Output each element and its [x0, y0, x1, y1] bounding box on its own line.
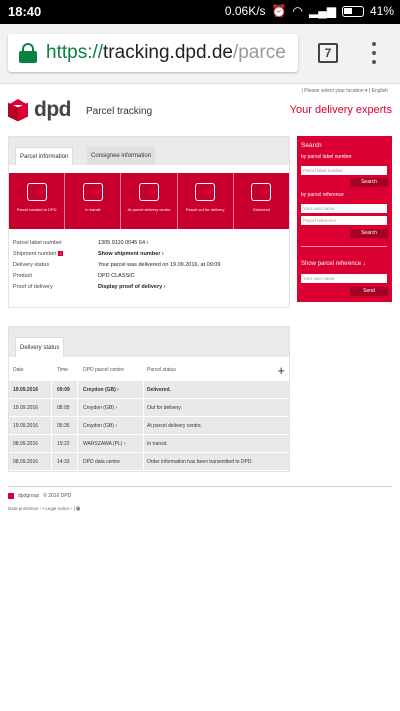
depot-icon: [139, 183, 159, 201]
copyright: © 2016 DPD: [43, 493, 72, 499]
address-bar[interactable]: https://tracking.dpd.de/parce: [8, 34, 298, 72]
send-button[interactable]: Send: [350, 287, 388, 296]
logo-text: dpd: [34, 98, 71, 121]
status-table-body: 19.09.2016 09:09 Croydon (GB) › Delivere…: [9, 381, 289, 471]
footer-divider: [8, 486, 392, 487]
field-row: Product DPD CLASSIC: [13, 272, 135, 279]
truck-icon: [82, 183, 103, 201]
lock-icon: [18, 43, 38, 63]
footer-links: Data protection › • Legal notice › | 🖶: [8, 505, 392, 513]
url-scheme: https://: [46, 42, 104, 63]
browser-toolbar: https://tracking.dpd.de/parce 7: [0, 24, 400, 84]
tab-switcher-button[interactable]: 7: [318, 43, 338, 63]
url-path: /parce: [232, 42, 286, 63]
step-handed-to-dpd: Parcel handed to DPD: [9, 173, 66, 229]
parcel-fields: Parcel label number 1305 9110 0045 64 i S…: [13, 237, 283, 292]
field-row: Delivery status Your parcel was delivered…: [13, 261, 221, 268]
status-table-header: Date Time DPD parcel centre Parcel statu…: [9, 361, 289, 379]
status-icons: 0.06K/s ⏰ ◠ ▂▄▆ 41%: [225, 4, 394, 18]
checkmark-icon: [251, 183, 272, 201]
parcel-label-input[interactable]: Parcel label number: [301, 166, 387, 175]
show-reference-toggle[interactable]: Show parcel reference ↓: [301, 261, 366, 267]
url-text[interactable]: https://tracking.dpd.de/parce: [46, 42, 286, 64]
page-footer: dpdgroup © 2016 DPD Data protection › • …: [8, 486, 392, 513]
tagline: Your delivery experts: [289, 104, 392, 116]
col-status: Parcel status: [147, 367, 176, 373]
centre-link[interactable]: Croydon (GB) ›: [83, 423, 117, 429]
legal-links[interactable]: Data protection › • Legal notice › |: [8, 506, 75, 511]
by-label-heading: by parcel label number: [301, 154, 352, 160]
table-row: 08.09.2016 19:22 WARSZAWA (PL) › In tran…: [9, 435, 289, 453]
parcel-hand-icon: [26, 183, 47, 201]
step-at-depot: At parcel delivery centre: [121, 173, 178, 229]
info-badge-icon[interactable]: i: [58, 250, 64, 256]
expand-plus-icon[interactable]: +: [277, 363, 285, 378]
battery-icon: [341, 5, 364, 17]
table-row: 19.09.2016 08:05 Croydon (GB) › Out for …: [9, 399, 289, 417]
info-tab-bar: Parcel information Consignee information: [9, 137, 289, 165]
wifi-icon: ◠: [292, 4, 303, 18]
dpdgroup-text[interactable]: dpdgroup: [18, 493, 39, 499]
step-out-for-delivery: Parcel out for delivery: [178, 173, 234, 229]
show-shipment-link[interactable]: Show shipment number ›: [98, 251, 164, 257]
courier-icon: [195, 183, 216, 201]
by-reference-heading: by parcel reference: [301, 192, 344, 198]
clock: 18:40: [8, 4, 42, 19]
search-reference-button[interactable]: Search: [350, 229, 388, 238]
url-host: tracking.dpd.de: [103, 42, 233, 63]
col-time: Time: [57, 367, 68, 373]
table-row: 08.09.2016 14:33 DPD data centre Order i…: [9, 453, 289, 471]
tab-delivery-status[interactable]: Delivery status: [15, 337, 65, 357]
parcel-info-panel: Parcel information Consignee information…: [8, 136, 290, 308]
sidebar-divider: [301, 246, 387, 247]
tracking-progress: Parcel handed to DPD In transit At parce…: [9, 173, 289, 229]
dpd-logo[interactable]: dpd: [8, 98, 71, 122]
parcel-reference-input[interactable]: Parcel reference: [301, 216, 387, 225]
system-status-bar: 18:40 0.06K/s ⏰ ◠ ▂▄▆ 41%: [0, 0, 400, 24]
col-date: Date: [13, 367, 24, 373]
footer-brand: dpdgroup © 2016 DPD: [8, 493, 392, 499]
network-speed: 0.06K/s: [224, 4, 266, 18]
proof-of-delivery-link[interactable]: Display proof of delivery ›: [98, 284, 166, 290]
field-row: Shipment number i Show shipment number ›: [13, 250, 164, 257]
page-title: Parcel tracking: [86, 106, 153, 117]
centre-link[interactable]: WARSZAWA (PL) ›: [83, 441, 126, 447]
step-in-transit: In transit: [65, 173, 122, 229]
search-label-button[interactable]: Search: [350, 178, 388, 187]
web-page: | Please select your location ▾ | Englis…: [0, 84, 400, 711]
col-centre: DPD parcel centre: [83, 367, 124, 373]
centre-link[interactable]: Croydon (GB) ›: [83, 405, 117, 411]
alarm-icon: ⏰: [271, 4, 287, 18]
reference-username-input[interactable]: Your user name: [301, 204, 387, 213]
print-icon[interactable]: 🖶: [76, 506, 80, 511]
location-language-links[interactable]: | Please select your location ▾ | Englis…: [301, 88, 388, 94]
battery-level: 41%: [369, 4, 394, 18]
field-row: Proof of delivery Display proof of delive…: [13, 283, 166, 290]
centre-link[interactable]: Croydon (GB) ›: [83, 387, 119, 393]
status-tab-bar: Delivery status: [9, 327, 289, 357]
dpd-cube-icon: [8, 99, 28, 122]
send-username-input[interactable]: Your user name: [301, 274, 387, 283]
table-row: 19.09.2016 05:35 Croydon (GB) › At parce…: [9, 417, 289, 435]
search-sidebar: Search by parcel label number Parcel lab…: [297, 136, 392, 302]
delivery-status-panel: Delivery status Date Time DPD parcel cen…: [8, 326, 290, 472]
dpdgroup-logo-icon: [8, 493, 14, 499]
tab-parcel-information[interactable]: Parcel information: [15, 147, 74, 165]
signal-icon: ▂▄▆: [309, 4, 336, 18]
search-heading: Search: [301, 142, 322, 149]
field-row: Parcel label number 1305 9110 0045 64 i: [13, 239, 148, 246]
tab-consignee-information[interactable]: Consignee information: [87, 147, 156, 165]
table-row: 19.09.2016 09:09 Croydon (GB) › Delivere…: [9, 381, 289, 399]
step-delivered: Delivered: [234, 173, 289, 229]
overflow-menu-icon[interactable]: [366, 40, 382, 66]
